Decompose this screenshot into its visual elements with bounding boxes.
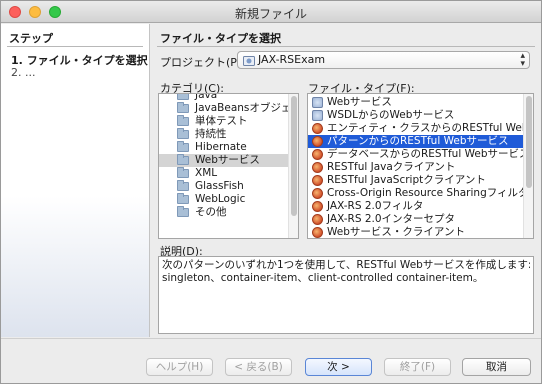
finish-button[interactable]: 終了(F) <box>384 358 451 376</box>
steps-divider <box>7 46 143 47</box>
steps-panel: ステップ 1. ファイル・タイプを選択 2. ... <box>1 24 150 337</box>
file-type-item[interactable]: RESTful Javaクライアント <box>308 161 523 174</box>
categories-list[interactable]: Java JavaBeansオブジェクト 単体テスト 持続性 Hibernate… <box>158 93 299 239</box>
java-icon <box>312 188 323 199</box>
category-item[interactable]: GlassFish <box>159 180 288 193</box>
category-item[interactable]: 持続性 <box>159 128 288 141</box>
step-label: ファイル・タイプを選択 <box>26 54 148 67</box>
folder-icon <box>177 154 189 165</box>
button-bar: ヘルプ(H) < 戻る(B) 次 > 終了(F) 取消 <box>1 338 541 383</box>
select-arrows-icon: ▴ ▾ <box>520 51 525 69</box>
java-icon <box>312 149 323 160</box>
back-button[interactable]: < 戻る(B) <box>225 358 292 376</box>
folder-icon <box>177 115 189 126</box>
categories-scrollbar[interactable] <box>288 94 298 238</box>
section-divider <box>157 46 535 47</box>
file-type-item[interactable]: Cross-Origin Resource Sharingフィルタ <box>308 187 523 200</box>
next-button[interactable]: 次 > <box>305 358 372 376</box>
category-item[interactable]: JavaBeansオブジェクト <box>159 102 288 115</box>
project-label: プロジェクト(P): <box>160 56 245 69</box>
java-icon <box>312 123 323 134</box>
steps-title: ステップ <box>9 32 53 45</box>
file-type-item[interactable]: WSDLからのWebサービス <box>308 109 523 122</box>
file-type-item[interactable]: JAX-RS 2.0フィルタ <box>308 200 523 213</box>
description-box: 次のパターンのいずれか1つを使用して、RESTful Webサービスを作成します… <box>158 256 534 334</box>
folder-icon <box>177 193 189 204</box>
category-item[interactable]: その他 <box>159 206 288 219</box>
step-2: 2. ... <box>11 66 36 79</box>
file-types-list[interactable]: Webサービス WSDLからのWebサービス エンティティ・クラスからのREST… <box>307 93 534 239</box>
java-icon <box>312 214 323 225</box>
folder-icon <box>177 180 189 191</box>
file-type-item[interactable]: JAX-RS 2.0インターセプタ <box>308 213 523 226</box>
java-icon <box>312 201 323 212</box>
title-bar[interactable]: 新規ファイル <box>1 1 541 23</box>
java-icon <box>312 136 323 147</box>
description-line: 次のパターンのいずれか1つを使用して、RESTful Webサービスを作成します… <box>162 259 530 271</box>
cancel-button[interactable]: 取消 <box>462 358 531 376</box>
scroll-thumb[interactable] <box>291 96 297 216</box>
folder-icon <box>177 102 189 113</box>
folder-icon <box>177 128 189 139</box>
file-type-item[interactable]: Webサービス・クライアント <box>308 226 523 238</box>
help-button[interactable]: ヘルプ(H) <box>146 358 213 376</box>
category-item[interactable]: WebLogic <box>159 193 288 206</box>
file-type-item[interactable]: エンティティ・クラスからのRESTful Webサービス <box>308 122 523 135</box>
folder-icon <box>177 206 189 217</box>
main-content: ファイル・タイプを選択 プロジェクト(P): JAX-RSExam ▴ ▾ カテゴ… <box>151 24 541 337</box>
java-icon <box>312 162 323 173</box>
project-icon <box>243 56 255 66</box>
file-type-item[interactable]: データベースからのRESTful Webサービス <box>308 148 523 161</box>
scroll-thumb[interactable] <box>526 96 532 188</box>
step-label: ... <box>25 66 36 79</box>
project-value: JAX-RSExam <box>258 53 326 66</box>
category-item[interactable]: Hibernate <box>159 141 288 154</box>
step-number: 2. <box>11 66 22 79</box>
section-title: ファイル・タイプを選択 <box>160 32 281 45</box>
file-type-item[interactable]: Webサービス <box>308 96 523 109</box>
category-item-selected[interactable]: Webサービス <box>159 154 288 167</box>
category-item[interactable]: 単体テスト <box>159 115 288 128</box>
category-item[interactable]: XML <box>159 167 288 180</box>
category-item[interactable]: Java <box>159 94 288 102</box>
java-icon <box>312 227 323 238</box>
file-type-item[interactable]: RESTful JavaScriptクライアント <box>308 174 523 187</box>
web-service-icon <box>312 110 323 121</box>
new-file-dialog: 新規ファイル ステップ 1. ファイル・タイプを選択 2. ... ファイル・タ… <box>0 0 542 384</box>
window-title: 新規ファイル <box>234 7 307 21</box>
folder-icon <box>177 94 189 100</box>
description-line: singleton、container-item、client-controll… <box>162 272 484 284</box>
project-select[interactable]: JAX-RSExam ▴ ▾ <box>237 51 530 69</box>
web-service-icon <box>312 97 323 108</box>
folder-icon <box>177 141 189 152</box>
folder-icon <box>177 167 189 178</box>
java-icon <box>312 175 323 186</box>
file-types-scrollbar[interactable] <box>523 94 533 238</box>
file-type-item-selected[interactable]: パターンからのRESTful Webサービス <box>308 135 523 148</box>
